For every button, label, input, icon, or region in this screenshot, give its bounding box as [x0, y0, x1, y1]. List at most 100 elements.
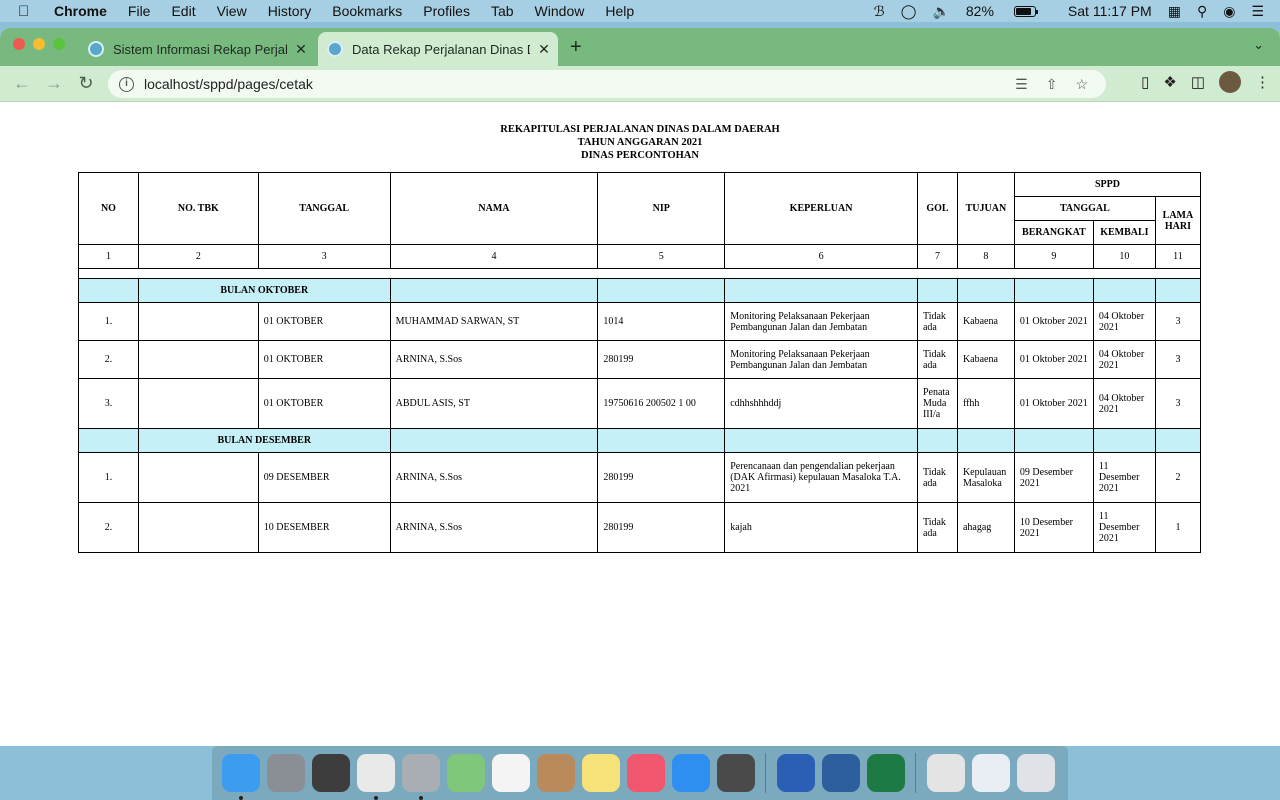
music-icon[interactable] — [626, 754, 665, 792]
screen-mirroring-icon[interactable]: ◯ — [901, 3, 917, 20]
profile-avatar[interactable] — [1219, 71, 1241, 93]
documents-folder-icon[interactable] — [971, 754, 1010, 792]
new-tab-button[interactable]: + — [570, 36, 582, 59]
url-text[interactable]: localhost/sppd/pages/cetak — [144, 76, 1015, 92]
bookmark-star-icon[interactable]: ☆ — [1075, 76, 1088, 93]
menu-edit[interactable]: Edit — [171, 3, 195, 19]
cell-berangkat: 01 Oktober 2021 — [1013, 378, 1094, 429]
cell-berangkat: 10 Desember 2021 — [1013, 502, 1094, 553]
month-row-cell — [956, 428, 1015, 453]
reload-icon[interactable]: ↻ — [76, 73, 96, 94]
compressor-icon[interactable] — [716, 754, 755, 792]
finder-icon[interactable] — [221, 754, 260, 800]
menu-file[interactable]: File — [128, 3, 151, 19]
tab-strip: Sistem Informasi Rekap Perjalanan Dinas … — [0, 28, 1280, 66]
volume-icon[interactable]: 🔈 — [932, 3, 949, 20]
contacts-icon[interactable] — [536, 754, 575, 792]
running-indicator — [238, 796, 243, 800]
close-tab-icon[interactable]: ✕ — [536, 41, 552, 58]
fullscreen-window-button[interactable] — [53, 38, 65, 50]
minimize-window-button[interactable] — [33, 38, 45, 50]
month-row-cell — [1092, 278, 1156, 303]
trash-icon[interactable] — [1016, 754, 1055, 792]
running-indicator — [373, 796, 378, 800]
battery-status[interactable]: 82% — [966, 3, 1052, 19]
music-folder-icon[interactable] — [926, 754, 965, 792]
menu-view[interactable]: View — [217, 3, 247, 19]
extension-icon[interactable]: ▯ — [1141, 73, 1149, 91]
quicktime-icon[interactable] — [821, 754, 860, 792]
battery-percent: 82% — [965, 3, 994, 19]
menu-help[interactable]: Help — [605, 3, 634, 19]
document-title-line-3: DINAS PERCONTOHAN — [581, 150, 699, 161]
launchpad-icon[interactable] — [266, 754, 305, 792]
apple-icon[interactable]:  — [18, 3, 40, 20]
spotlight-search-icon[interactable]: ⚲ — [1197, 3, 1207, 20]
translate-icon[interactable]: ☰ — [1015, 76, 1028, 93]
cell-nip: 19750616 200502 1 00 — [597, 378, 726, 429]
menu-app-name[interactable]: Chrome — [54, 3, 107, 19]
input-source-icon[interactable]: ▦ — [1168, 3, 1181, 20]
tab-search-chevron-icon[interactable]: ⌄ — [1253, 37, 1264, 53]
column-number: 1 — [78, 244, 139, 269]
header-nama: NAMA — [389, 172, 599, 245]
excel-icon[interactable] — [866, 754, 905, 792]
control-center-icon[interactable]: ☰ — [1251, 3, 1264, 20]
menu-window[interactable]: Window — [535, 3, 585, 19]
menu-profiles[interactable]: Profiles — [423, 3, 470, 19]
table-row: 1. 01 OKTOBER MUHAMMAD SARWAN, ST 1014 Monit… — [78, 302, 1202, 341]
menu-tab[interactable]: Tab — [491, 3, 514, 19]
column-number: 10 — [1092, 244, 1156, 269]
share-icon[interactable]: ⇧ — [1046, 76, 1058, 93]
cell-tujuan: Kepulauan Masaloka — [956, 452, 1015, 503]
menu-history[interactable]: History — [268, 3, 312, 19]
cell-keperluan: Monitoring Pelaksanaan Pekerjaan Pembang… — [724, 302, 918, 341]
tab-sistem-informasi[interactable]: Sistem Informasi Rekap Perjalanan Dinas … — [88, 32, 314, 66]
cell-gol: Penata Muda III/a — [916, 378, 958, 429]
system-preferences-icon[interactable] — [401, 754, 440, 800]
rekap-table-body: BULAN OKTOBER 1. 01 OKTOBER MUHAMMAD SARWAN… — [78, 278, 1202, 553]
close-window-button[interactable] — [13, 38, 25, 50]
forward-arrow-icon[interactable]: → — [44, 73, 64, 94]
sublime-text-icon[interactable] — [311, 754, 350, 792]
menu-bookmarks[interactable]: Bookmarks — [332, 3, 402, 19]
maps-icon[interactable] — [446, 754, 485, 792]
notes-icon[interactable] — [581, 754, 620, 792]
column-number-row: 1 2 3 4 5 6 7 8 9 10 11 — [78, 244, 1202, 269]
header-nip: NIP — [597, 172, 726, 245]
side-panel-icon[interactable]: ◫ — [1191, 73, 1205, 91]
bluetooth-icon[interactable]: ℬ — [874, 3, 885, 20]
month-row-cell — [597, 278, 726, 303]
close-tab-icon[interactable]: ✕ — [293, 41, 309, 58]
cell-nip: 280199 — [597, 502, 726, 553]
address-bar[interactable]: i localhost/sppd/pages/cetak ☰ ⇧ ☆ — [108, 70, 1106, 98]
extensions-puzzle-icon[interactable]: ❖ — [1163, 73, 1176, 91]
table-row: 1. 09 DESEMBER ARNINA, S.Sos 280199 Perencan… — [78, 452, 1202, 503]
cell-gol: Tidak ada — [916, 302, 958, 341]
table-row: 3. 01 OKTOBER ABDUL ASIS, ST 19750616 20050… — [78, 378, 1202, 429]
column-number: 11 — [1154, 244, 1202, 269]
document-title-line-2: TAHUN ANGGARAN 2021 — [577, 137, 703, 148]
tab-data-rekap[interactable]: Data Rekap Perjalanan Dinas Daerah ✕ — [318, 32, 558, 66]
header-no-tbk: NO. TBK — [137, 172, 259, 245]
app-store-icon[interactable] — [671, 754, 710, 792]
header-sppd-tanggal: TANGGAL — [1013, 196, 1156, 221]
clock[interactable]: Sat 11:17 PM — [1068, 3, 1152, 19]
site-info-icon[interactable]: i — [119, 76, 134, 92]
back-arrow-icon[interactable]: ← — [12, 73, 32, 94]
running-indicator — [418, 796, 423, 800]
cell-nama: ARNINA, S.Sos — [389, 340, 599, 379]
word-icon[interactable] — [776, 754, 815, 792]
cell-nip: 280199 — [597, 340, 726, 379]
chrome-icon[interactable] — [356, 754, 395, 800]
dock — [212, 746, 1068, 800]
month-row-cell — [78, 428, 139, 453]
dock-separator — [915, 753, 916, 793]
menu-bar:  Chrome File Edit View History Bookmark… — [0, 0, 1280, 22]
cell-no-tbk — [137, 340, 259, 379]
cell-no: 2. — [78, 502, 139, 553]
siri-icon[interactable]: ◉ — [1223, 3, 1235, 20]
more-menu-icon[interactable]: ⋮ — [1255, 73, 1270, 91]
photos-icon[interactable] — [491, 754, 530, 792]
cell-no: 1. — [78, 452, 139, 503]
